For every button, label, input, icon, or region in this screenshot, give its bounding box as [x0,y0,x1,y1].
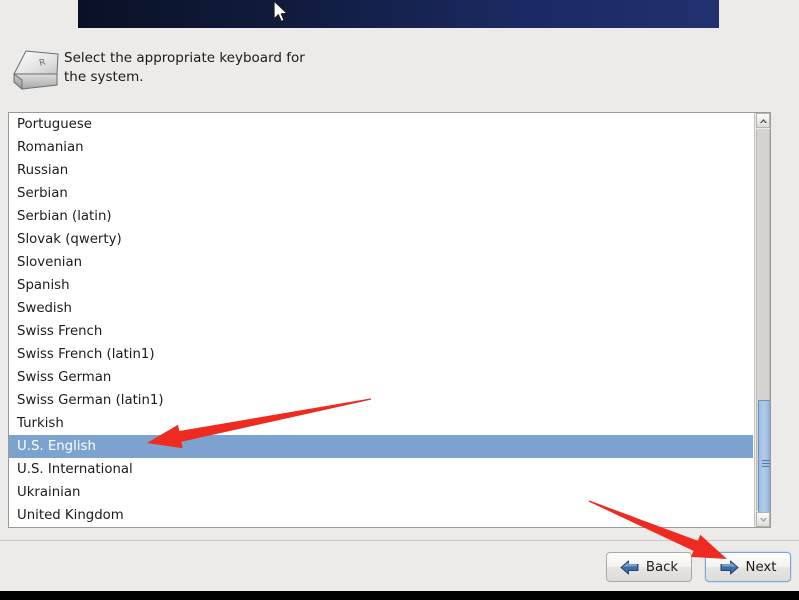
list-item[interactable]: Serbian [9,182,753,205]
list-item[interactable]: United Kingdom [9,504,753,527]
arrow-left-icon [620,560,639,574]
list-item[interactable]: Spanish [9,274,753,297]
chevron-up-icon [759,118,767,123]
back-button-label: Back [645,559,679,575]
list-item[interactable]: Swiss French (latin1) [9,343,753,366]
keyboard-key-icon: R [13,50,59,91]
list-item[interactable]: Romanian [9,136,753,159]
list-item[interactable]: Russian [9,159,753,182]
instruction-block: R Select the appropriate keyboard for th… [8,42,508,92]
scroll-up-button[interactable] [756,113,770,128]
header-banner [78,0,719,28]
arrow-right-icon [720,560,738,574]
list-item[interactable]: U.S. International [9,458,753,481]
list-item[interactable]: Ukrainian [9,481,753,504]
list-item[interactable]: Turkish [9,412,753,435]
scroll-down-button[interactable] [756,512,770,527]
list-item[interactable]: Slovenian [9,251,753,274]
instruction-text: Select the appropriate keyboard for the … [64,50,305,85]
list-item[interactable]: Swiss French [9,320,753,343]
list-scrollport[interactable]: Portuguese Romanian Russian Serbian Serbian … [9,113,753,527]
list-item[interactable]: Swiss German (latin1) [9,389,753,412]
list-item[interactable]: Slovak (qwerty) [9,228,753,251]
chevron-down-icon [759,517,767,522]
back-button[interactable]: Back [606,552,692,582]
list-item[interactable]: U.S. English [9,435,753,458]
scrollbar-grip-icon [762,460,770,468]
list-item[interactable]: Swiss German [9,366,753,389]
installer-screen: R Select the appropriate keyboard for th… [0,0,799,600]
next-button[interactable]: Next [705,552,791,582]
keyboard-layout-listbox[interactable]: Portuguese Romanian Russian Serbian Serbian … [8,112,771,528]
scrollbar-track[interactable] [756,129,770,527]
bottom-black-bar [0,591,799,600]
list-item[interactable]: Portuguese [9,113,753,136]
navigation-button-bar: Back Next [0,540,799,591]
scrollbar-thumb[interactable] [758,400,770,527]
next-button-label: Next [745,559,777,575]
vertical-scrollbar[interactable] [754,113,770,527]
list-item[interactable]: Swedish [9,297,753,320]
list-item[interactable]: Serbian (latin) [9,205,753,228]
